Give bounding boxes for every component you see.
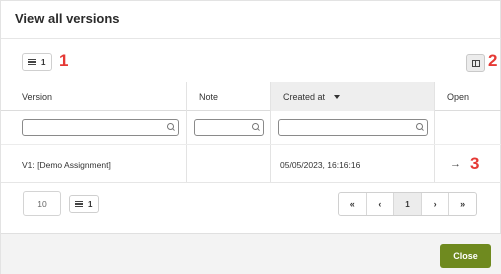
annotation-marker-2: 2 <box>488 51 498 70</box>
close-button[interactable]: Close <box>440 244 491 268</box>
column-header-created-at[interactable]: Created at <box>271 82 434 111</box>
list-icon <box>74 200 83 209</box>
previous-page-button[interactable]: ‹ <box>367 193 395 215</box>
cell-created-at: 05/05/2023, 16:16:16 <box>280 159 361 170</box>
pagination-row: 10 1 « ‹ 1 › » <box>1 191 501 217</box>
version-filter-input[interactable] <box>22 119 179 136</box>
table-row[interactable]: V1: [Demo Assignment] 05/05/2023, 16:16:… <box>1 146 501 183</box>
first-page-button[interactable]: « <box>339 193 367 215</box>
cell-version: V1: [Demo Assignment] <box>22 159 111 170</box>
row-count-chip[interactable]: 1 <box>69 195 100 213</box>
versions-dialog: View all versions 1 1 2 Version Note Cre… <box>0 0 501 274</box>
annotation-marker-3: 3 <box>470 154 480 173</box>
column-header-version[interactable]: Version <box>22 82 185 111</box>
filter-row <box>1 112 501 145</box>
dialog-title: View all versions <box>15 11 120 26</box>
note-filter-input[interactable] <box>194 119 264 136</box>
last-page-button[interactable]: » <box>449 193 476 215</box>
created-at-filter-input[interactable] <box>278 119 428 136</box>
annotation-marker-1: 1 <box>59 51 69 70</box>
column-header-open: Open <box>447 91 470 102</box>
dialog-header: View all versions <box>1 1 501 39</box>
page-size-select[interactable]: 10 <box>23 191 61 216</box>
arrow-right-icon[interactable]: → <box>450 158 461 170</box>
sort-desc-icon <box>334 94 341 99</box>
search-icon <box>416 123 424 131</box>
pager: « ‹ 1 › » <box>338 192 477 216</box>
column-settings-button[interactable] <box>466 54 485 72</box>
row-count-chip[interactable]: 1 <box>22 53 53 71</box>
row-count-value: 1 <box>88 199 93 209</box>
table-header: Version Note Created at Open <box>1 82 501 111</box>
search-icon <box>252 123 260 131</box>
search-icon <box>167 123 175 131</box>
column-header-note[interactable]: Note <box>199 82 270 111</box>
column-header-created-at-label: Created at <box>283 91 326 102</box>
list-icon <box>27 58 36 67</box>
dialog-footer: Close <box>1 233 501 274</box>
row-count-value: 1 <box>41 57 46 67</box>
next-page-button[interactable]: › <box>422 193 450 215</box>
columns-icon <box>472 60 480 67</box>
current-page-button[interactable]: 1 <box>394 193 422 215</box>
